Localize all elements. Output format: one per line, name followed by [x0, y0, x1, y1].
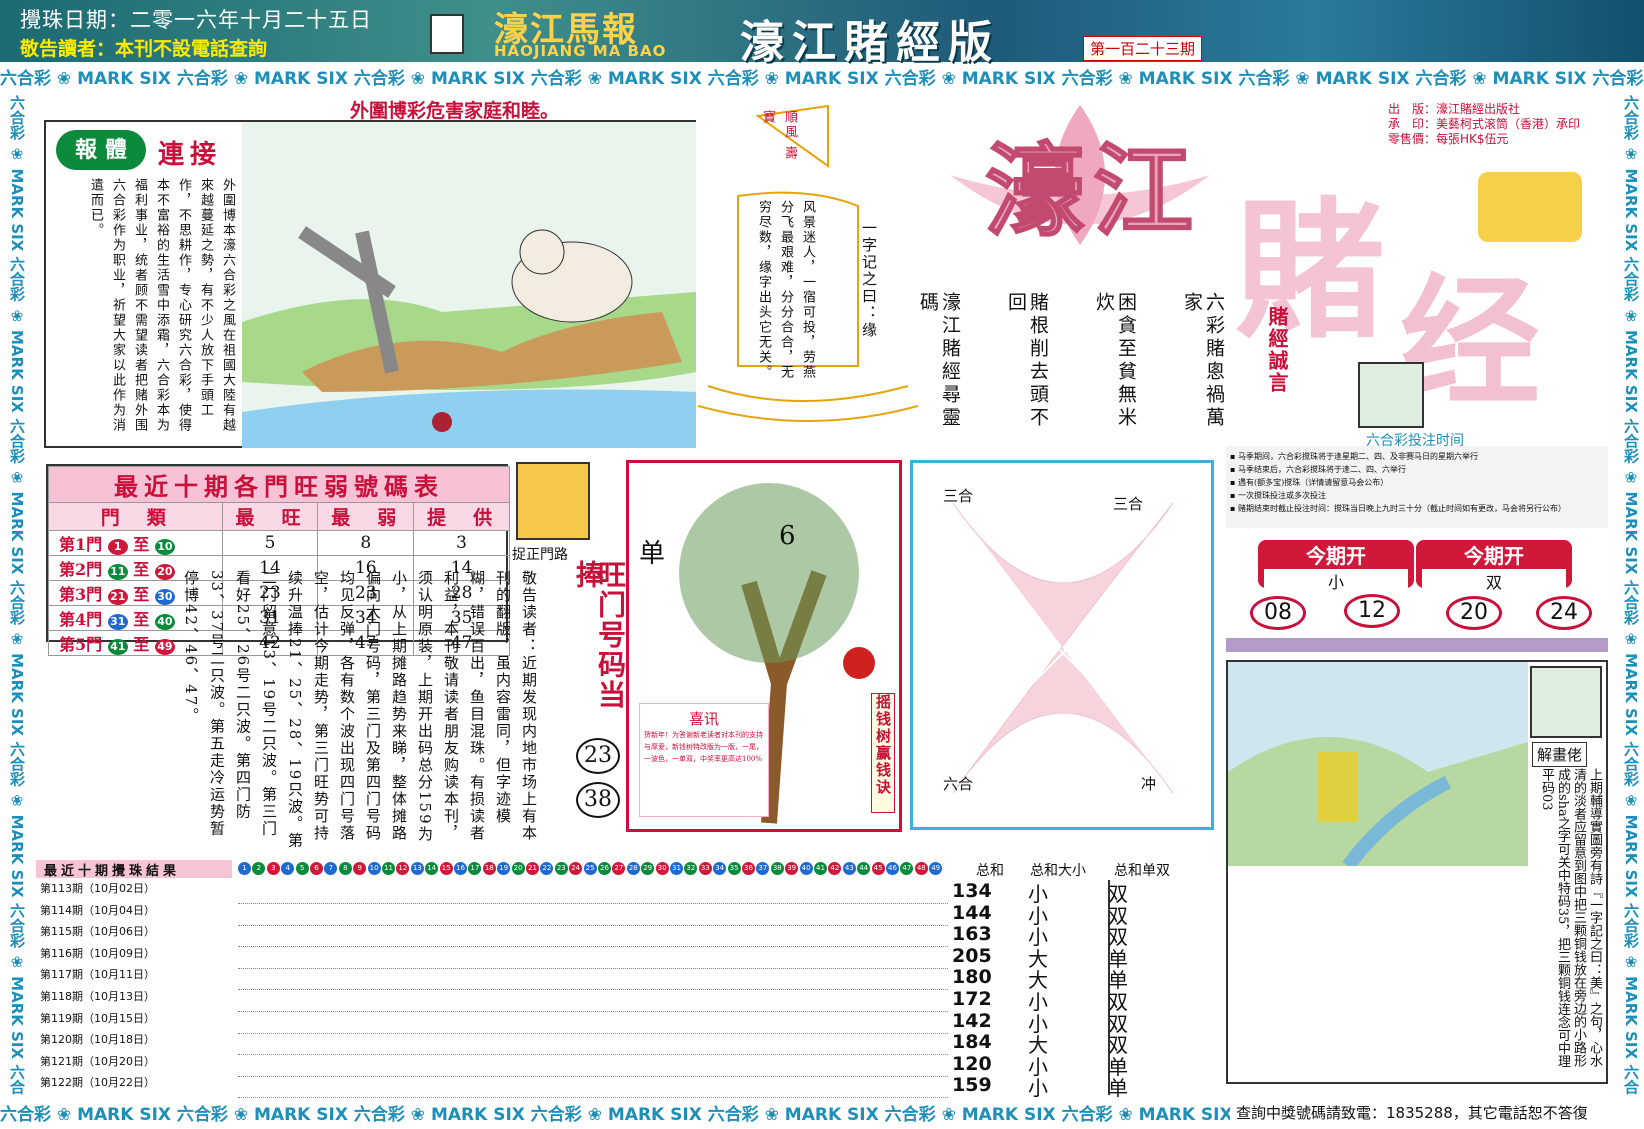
draw-label: 第120期（10月18日） [40, 1033, 155, 1047]
draw-grid-row [238, 1012, 948, 1034]
draw-grid-row [238, 882, 948, 904]
draw-odd-even: 单 [1108, 1076, 1128, 1101]
bet-time-item: ▪ 马季期间，六合彩搅珠将于逢星期二、四、及非赛马日的星期六举行 [1230, 452, 1478, 461]
issue-num-2: 12 [1344, 594, 1400, 628]
draw-label: 第122期（10月22日） [40, 1076, 155, 1090]
draw-grid-row [238, 1055, 948, 1077]
issue-num-4: 24 [1536, 596, 1592, 630]
draw-size: 小 [1028, 1076, 1048, 1101]
draw-grid-row [238, 925, 948, 948]
printer-line: 承 印：美藝柯式滚筒（香港）承印 [1388, 117, 1581, 131]
draw-grid-row [238, 990, 948, 1012]
draw-label: 第119期（10月15日） [40, 1011, 155, 1025]
draw-sum: 120 [952, 1052, 992, 1075]
draw-sum: 172 [952, 988, 992, 1010]
draw-sum: 159 [952, 1074, 992, 1097]
this-issue-size: 今期开 小 [1258, 540, 1414, 593]
draw-sum: 134 [952, 880, 992, 902]
draw-label: 第115期（10月06日） [40, 925, 155, 939]
draw-sum: 180 [952, 966, 992, 989]
draw-grid-row [238, 1033, 948, 1056]
this-issue-size-label: 今期开 [1306, 544, 1366, 568]
draw-sum: 205 [952, 944, 992, 967]
draw-grid-row [238, 947, 948, 969]
publisher-line: 出 版：濠江賭經出版社 [1388, 102, 1521, 116]
this-issue-oe-label: 今期开 [1464, 544, 1524, 568]
motto: 賭經誠言 [1265, 306, 1289, 394]
lucky-balls-icon [1478, 172, 1582, 242]
brand-big-du: 賭 [1235, 183, 1386, 359]
hotline-notice: 查詢中獎號碼請致電：1835288，其它電話恕不答復 [1236, 1104, 1588, 1122]
draw-label: 第117期（10月11日） [40, 968, 155, 982]
right-ribbon: 六合彩 ❀ MARK SIX 六合彩 ❀ MARK SIX 六合彩 ❀ MARK… [1614, 95, 1642, 1095]
pointing-hand-icon [1358, 362, 1424, 428]
issue-num-1: 08 [1250, 596, 1306, 630]
painting-label: 解畫佬 [1532, 742, 1588, 767]
this-issue-oe: 今期开 双 [1416, 540, 1572, 593]
bottom-ribbon: 六合彩 ❀ MARK SIX 六合彩 ❀ MARK SIX 六合彩 ❀ MARK… [0, 1105, 1230, 1125]
draw-grid-row [238, 1076, 948, 1099]
draw-label: 第121期（10月20日） [40, 1054, 155, 1068]
draw-label: 第114期（10月04日） [40, 903, 155, 917]
this-issue-size-value: 小 [1264, 569, 1408, 593]
draw-label: 第113期（10月02日） [40, 882, 155, 895]
price-line: 零售價：每張HK$伍元 [1388, 132, 1509, 146]
draw-sum: 144 [952, 901, 992, 924]
draw-label: 第118期（10月13日） [40, 990, 155, 1003]
issue-num-3: 20 [1446, 596, 1502, 630]
this-issue-oe-value: 双 [1422, 569, 1566, 593]
draw-sum: 163 [952, 923, 992, 946]
draw-label: 第116期（10月09日） [40, 946, 155, 960]
draw-grid-row [238, 968, 948, 991]
bet-time-list: ▪ 马季期间，六合彩搅珠将于逢星期二、四、及非赛马日的星期六举行 ▪ 马季结束后，… [1226, 446, 1608, 528]
bet-time-item: ▪ 遇有(额多宝)搅珠（详情请留意马会公布） [1230, 478, 1389, 487]
draw-grid-row [238, 904, 948, 926]
results-rows: 第113期（10月02日） 134 小双第114期（10月04日） 144 小双第115… [0, 0, 1200, 1100]
draw-sum: 142 [952, 1009, 992, 1032]
bet-time-item: ▪ 马季结束后，六合彩搅珠将于逢二、四、六举行 [1230, 465, 1406, 474]
divider-bar [1226, 638, 1608, 652]
painting-hand-icon [1530, 666, 1602, 738]
bet-time-item: ▪ 赌期结束时截止投注时间：搅珠当日晚上九时三十分（截止时间如有更改，马会将另行… [1230, 504, 1566, 513]
draw-sum: 184 [952, 1031, 992, 1054]
bet-time-item: ▪ 一次搅珠投注或多次投注 [1230, 491, 1326, 500]
painting-panel: 解畫佬 上期輔導實圖旁有詩『一字記之曰：美』之句，心水清的淡者应留意到图中把三颗… [1226, 660, 1608, 1084]
painting-text: 上期輔導實圖旁有詩『一字記之曰：美』之句，心水清的淡者应留意到图中把三颗铜钱放在… [1539, 768, 1602, 1068]
